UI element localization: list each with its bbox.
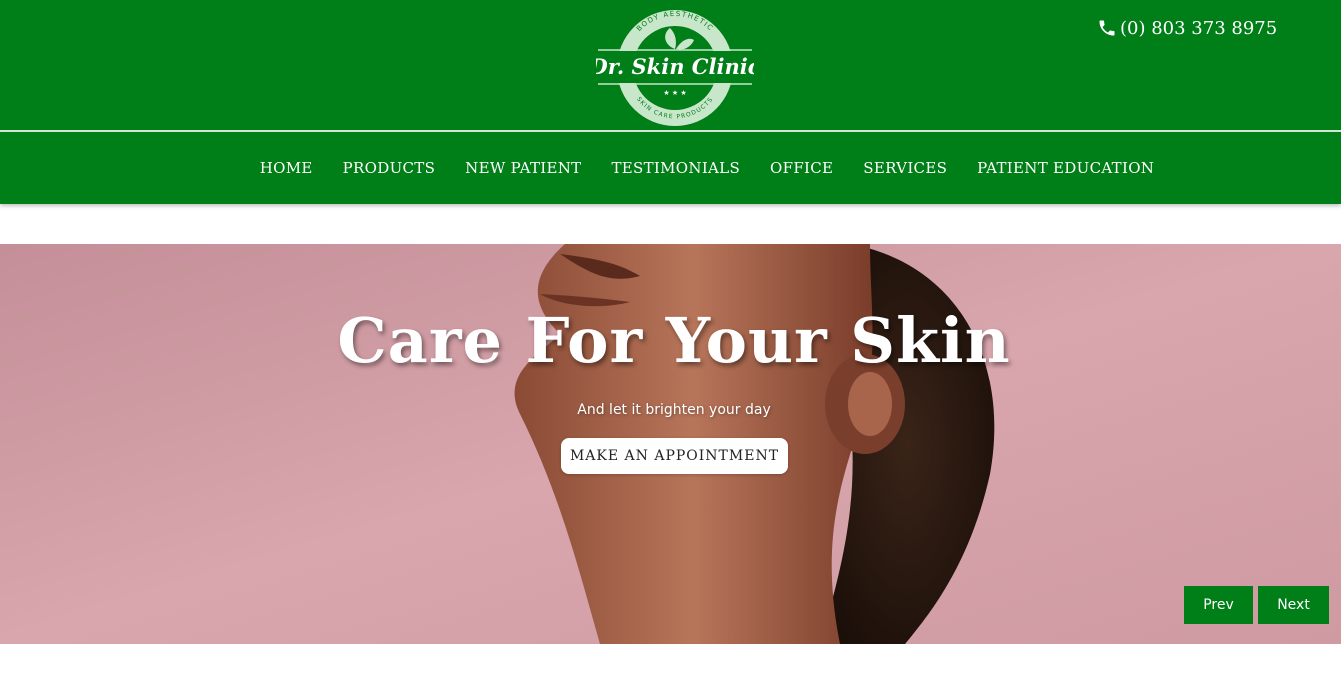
nav-item-new-patient[interactable]: NEW PATIENT bbox=[450, 159, 596, 177]
nav-item-services[interactable]: SERVICES bbox=[848, 159, 962, 177]
make-appointment-button[interactable]: MAKE AN APPOINTMENT bbox=[561, 438, 788, 474]
nav-item-patient-education[interactable]: PATIENT EDUCATION bbox=[962, 159, 1169, 177]
nav-item-office[interactable]: OFFICE bbox=[755, 159, 848, 177]
slider-next-button[interactable]: Next bbox=[1258, 586, 1329, 624]
phone-number-text[interactable]: (0) 803 373 8975 bbox=[1120, 18, 1277, 39]
logo-stars: ★ ★ ★ bbox=[663, 89, 686, 97]
nav-list: HOME PRODUCTS NEW PATIENT TESTIMONIALS O… bbox=[0, 132, 1341, 204]
site-header: BODY AESTHETIC SKIN CARE PRODUCTS Dr. Sk… bbox=[0, 0, 1341, 131]
hero-title: Care For Your Skin bbox=[337, 304, 1011, 377]
hero-slider: Care For Your Skin And let it brighten y… bbox=[0, 244, 1341, 644]
slider-prev-button[interactable]: Prev bbox=[1184, 586, 1253, 624]
nav-item-home[interactable]: HOME bbox=[245, 159, 328, 177]
nav-item-testimonials[interactable]: TESTIMONIALS bbox=[596, 159, 755, 177]
phone-number[interactable]: (0) 803 373 8975 bbox=[1097, 15, 1277, 41]
hero-subtitle: And let it brighten your day bbox=[577, 402, 771, 418]
main-nav: HOME PRODUCTS NEW PATIENT TESTIMONIALS O… bbox=[0, 132, 1341, 204]
phone-icon bbox=[1099, 20, 1115, 36]
clinic-logo[interactable]: BODY AESTHETIC SKIN CARE PRODUCTS Dr. Sk… bbox=[596, 7, 754, 129]
nav-item-products[interactable]: PRODUCTS bbox=[328, 159, 451, 177]
logo-name: Dr. Skin Clinic bbox=[596, 54, 754, 79]
